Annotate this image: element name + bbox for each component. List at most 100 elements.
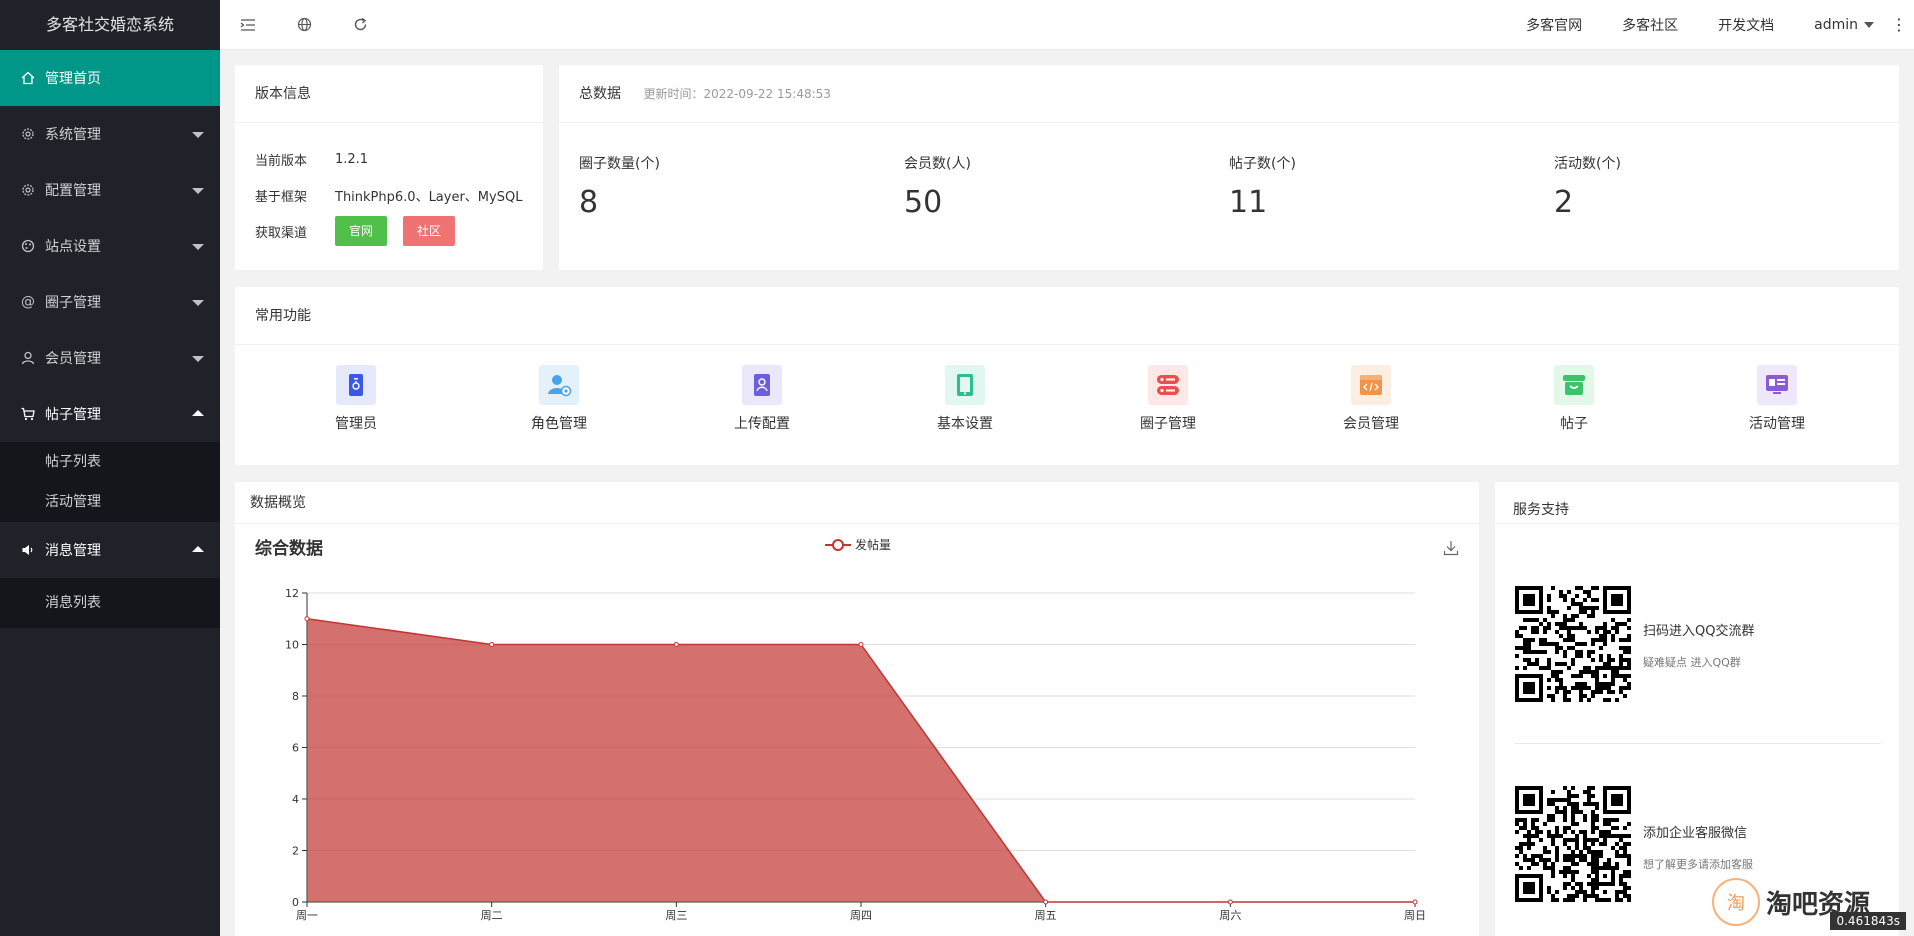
menu-toggle-icon[interactable] <box>220 0 276 50</box>
sidebar-item-home[interactable]: 管理首页 <box>0 50 220 106</box>
qr-module <box>1587 794 1591 798</box>
sidebar-subitem-message-list[interactable]: 消息列表 <box>0 578 220 628</box>
sidebar-item-member[interactable]: 会员管理 <box>0 330 220 386</box>
func-basic-settings[interactable]: 基本设置 <box>905 365 1025 433</box>
qr-module <box>1591 586 1595 590</box>
qr-module <box>1615 866 1619 870</box>
qr-module <box>1595 690 1599 694</box>
qr-module <box>1623 666 1627 670</box>
qr-module <box>1535 650 1539 654</box>
qr-module <box>1611 794 1623 806</box>
qr-module <box>1571 862 1575 866</box>
qr-module <box>1527 638 1531 642</box>
qr-module <box>1599 626 1603 630</box>
header-link-official[interactable]: 多客官网 <box>1506 15 1602 35</box>
qr-module <box>1547 886 1551 890</box>
sidebar-subitem-activity[interactable]: 活动管理 <box>0 482 220 522</box>
qr-module <box>1615 898 1619 902</box>
func-upload-config[interactable]: 上传配置 <box>702 365 822 433</box>
sidebar-subitem-post-list[interactable]: 帖子列表 <box>0 442 220 482</box>
sidebar-item-messages[interactable]: 消息管理 <box>0 522 220 578</box>
qr-module <box>1591 894 1595 898</box>
qr-module <box>1623 650 1627 654</box>
sidebar-item-config[interactable]: 配置管理 <box>0 162 220 218</box>
channel-key: 获取渠道 <box>255 225 308 241</box>
func-activity-manage[interactable]: 活动管理 <box>1717 365 1837 433</box>
sidebar-item-site[interactable]: 站点设置 <box>0 218 220 274</box>
qr-module <box>1567 866 1571 870</box>
qr-module <box>1579 602 1583 606</box>
community-button[interactable]: 社区 <box>403 216 456 246</box>
refresh-icon[interactable] <box>332 0 388 50</box>
qr-module <box>1543 638 1547 642</box>
qr-module <box>1567 858 1571 862</box>
qr-module <box>1615 674 1619 678</box>
qr-module <box>1583 670 1587 674</box>
qr-module <box>1515 862 1519 866</box>
more-vertical-icon[interactable]: ⋮ <box>1884 15 1914 34</box>
qr-module <box>1531 630 1535 634</box>
qr-module <box>1603 834 1607 838</box>
version-key: 当前版本 <box>255 153 308 169</box>
qr-module <box>1579 830 1583 834</box>
speaker-icon <box>20 542 36 558</box>
qr-module <box>1519 846 1523 850</box>
qr-module <box>1587 862 1591 866</box>
support-card-title: 服务支持 <box>1495 482 1899 524</box>
header-link-docs[interactable]: 开发文档 <box>1698 15 1794 35</box>
sidebar-item-system[interactable]: 系统管理 <box>0 106 220 162</box>
qr-module <box>1527 662 1531 666</box>
func-circle-manage[interactable]: 圈子管理 <box>1108 365 1228 433</box>
qr-module <box>1547 610 1551 614</box>
qr-module <box>1555 850 1559 854</box>
qr-module <box>1527 858 1531 862</box>
palette-icon <box>20 238 36 254</box>
qr-module <box>1603 698 1607 702</box>
qr-module <box>1595 626 1599 630</box>
qr-module <box>1563 818 1567 822</box>
qr-module <box>1543 650 1547 654</box>
y-tick-label: 2 <box>292 845 299 858</box>
qr-module <box>1575 870 1579 874</box>
qr-module <box>1595 886 1599 890</box>
qr-module <box>1571 814 1575 818</box>
qr-module <box>1583 790 1587 794</box>
func-roles[interactable]: 角色管理 <box>499 365 619 433</box>
chevron-down-icon <box>192 188 204 194</box>
role-icon <box>539 365 579 405</box>
official-site-button[interactable]: 官网 <box>335 216 388 246</box>
func-posts[interactable]: 帖子 <box>1514 365 1634 433</box>
user-menu[interactable]: admin <box>1794 17 1884 33</box>
qr-module <box>1547 850 1551 854</box>
qr-module <box>1551 798 1555 802</box>
header-link-community[interactable]: 多客社区 <box>1602 15 1698 35</box>
qr-module <box>1603 838 1607 842</box>
qr-module <box>1587 686 1591 690</box>
qr-module <box>1551 674 1555 678</box>
qr-module <box>1563 650 1567 654</box>
func-admin[interactable]: 管理员 <box>296 365 416 433</box>
qr-module <box>1591 614 1595 618</box>
qr-module <box>1591 886 1595 890</box>
qr-module <box>1547 598 1551 602</box>
func-member-manage[interactable]: 会员管理 <box>1311 365 1431 433</box>
qr-module <box>1555 826 1559 830</box>
qr-module <box>1591 690 1595 694</box>
qr-module <box>1595 586 1599 590</box>
qr-module <box>1567 590 1571 594</box>
qr-module <box>1519 634 1523 638</box>
qr-module <box>1575 838 1579 842</box>
qr-module <box>1615 842 1619 846</box>
gear-icon <box>20 182 36 198</box>
qr-module <box>1563 626 1567 630</box>
sidebar-item-posts[interactable]: 帖子管理 <box>0 386 220 442</box>
x-tick-label: 周五 <box>1035 909 1057 922</box>
qr-module <box>1591 802 1595 806</box>
qr-module <box>1551 802 1555 806</box>
sidebar-item-circle[interactable]: @ 圈子管理 <box>0 274 220 330</box>
qr-module <box>1535 818 1539 822</box>
globe-icon[interactable] <box>276 0 332 50</box>
x-tick-label: 周六 <box>1219 909 1241 922</box>
qr-module <box>1615 622 1619 626</box>
qr-module <box>1599 850 1603 854</box>
